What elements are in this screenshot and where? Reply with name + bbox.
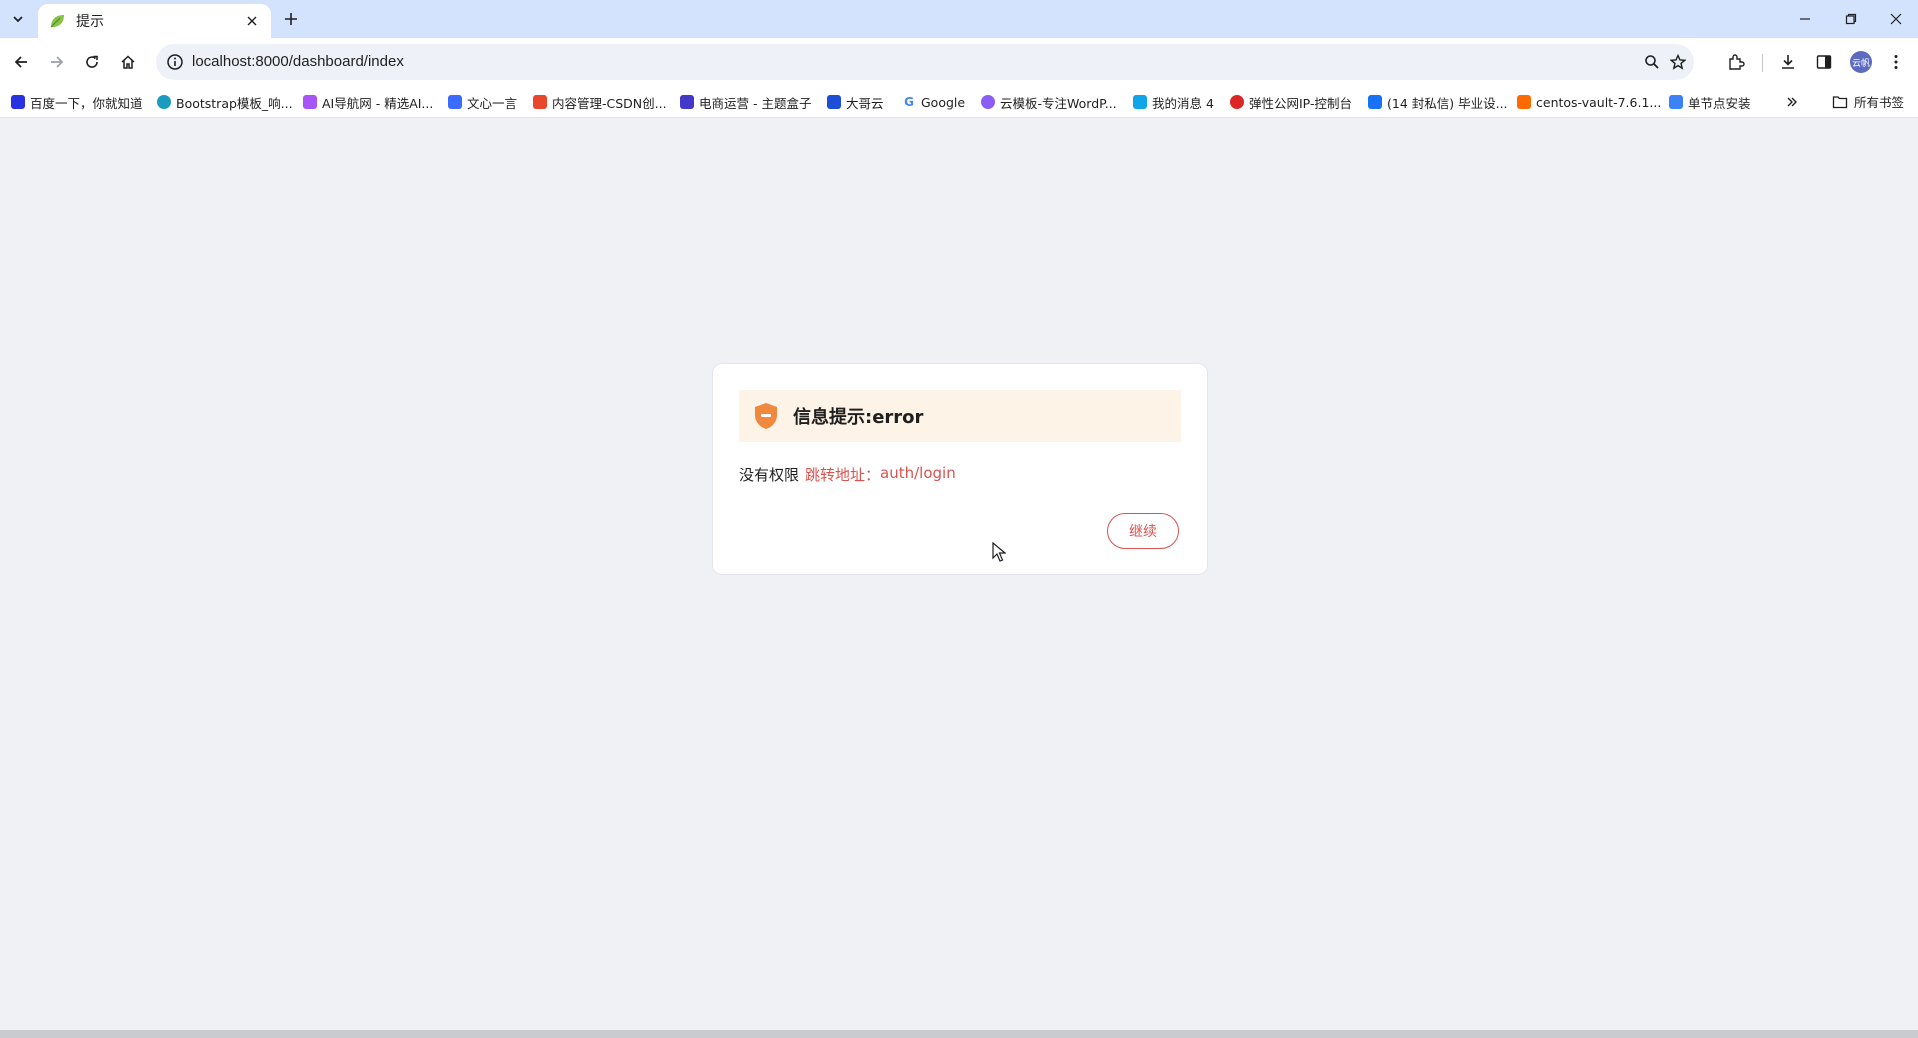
chevron-down-icon (13, 16, 23, 23)
bookmark-item[interactable]: 弹性公网IP-控制台 (1230, 92, 1352, 112)
dagey-icon (827, 95, 841, 109)
tab-search-button[interactable] (6, 6, 30, 32)
tab-strip: 提示 (0, 0, 1918, 38)
close-icon (1890, 13, 1902, 25)
plus-icon (285, 13, 297, 25)
close-window-button[interactable] (1881, 6, 1911, 32)
bookmark-label: Bootstrap模板_响... (176, 95, 293, 111)
bookmark-label: 电商运营 - 主题盒子 (699, 95, 812, 111)
ai-nav-icon (303, 95, 317, 109)
bookmark-item[interactable]: 云模板-专注WordP... (981, 92, 1117, 112)
bookmark-item[interactable]: Bootstrap模板_响... (157, 92, 293, 112)
window-bottom-edge (0, 1030, 1918, 1038)
continue-button[interactable]: 继续 (1107, 513, 1179, 549)
active-tab[interactable]: 提示 (38, 4, 271, 38)
browser-toolbar: localhost:8000/dashboard/index 云帆 (0, 38, 1918, 86)
folder-label: 所有书签 (1854, 95, 1905, 110)
bookmark-item[interactable]: centos-vault-7.6.1... (1517, 92, 1661, 112)
bookmark-label: (14 封私信) 毕业设... (1387, 95, 1508, 111)
all-bookmarks-folder[interactable]: 所有书签 (1832, 92, 1904, 111)
bookmark-item[interactable]: 我的消息 4 (1133, 92, 1214, 112)
bookmarks-overflow-button[interactable] (1782, 92, 1802, 112)
reload-icon (86, 55, 98, 68)
bookmark-item[interactable]: 内容管理-CSDN创... (533, 92, 667, 112)
bookmark-label: 大哥云 (846, 95, 884, 111)
theme-box-icon (680, 95, 694, 109)
zoom-icon[interactable] (1642, 52, 1662, 72)
site-info-icon[interactable] (166, 53, 184, 71)
bookmark-star-icon[interactable] (1668, 52, 1688, 72)
home-button[interactable] (114, 48, 142, 76)
layers-icon (1669, 95, 1683, 109)
bookmark-label: centos-vault-7.6.1... (1536, 94, 1662, 110)
bookmark-item[interactable]: 百度一下，你就知道 (11, 92, 143, 112)
bookmark-label: 内容管理-CSDN创... (552, 95, 667, 111)
message-text: 没有权限 (739, 466, 800, 484)
tab-close-icon[interactable] (243, 12, 261, 30)
bootstrap-icon (157, 95, 171, 109)
home-icon (121, 55, 135, 69)
aliyun-icon (1517, 95, 1531, 109)
reload-button[interactable] (78, 48, 106, 76)
restore-button[interactable] (1836, 6, 1866, 32)
redirect-label: 跳转地址： (805, 466, 881, 484)
bookmark-label: 云模板-专注WordP... (1000, 95, 1117, 111)
bookmark-label: 文心一言 (467, 95, 518, 111)
forward-button[interactable] (43, 48, 71, 76)
minimize-button[interactable] (1790, 6, 1820, 32)
huawei-icon (1230, 95, 1244, 109)
tab-title: 提示 (76, 14, 104, 30)
google-icon: G (902, 95, 916, 109)
bookmark-label: 单节点安装 (1688, 95, 1751, 111)
csdn-icon (533, 95, 547, 109)
paw-icon (11, 95, 25, 109)
kebab-menu-icon[interactable] (1884, 50, 1908, 74)
new-tab-button[interactable] (280, 8, 302, 30)
extensions-icon[interactable] (1724, 50, 1748, 74)
address-url: localhost:8000/dashboard/index (192, 53, 404, 70)
restore-icon (1845, 13, 1857, 25)
bookmark-item[interactable]: (14 封私信) 毕业设... (1368, 92, 1508, 112)
bookmark-item[interactable]: 文心一言 (448, 92, 517, 112)
bookmark-item[interactable]: G Google (902, 92, 965, 112)
message-body: 没有权限 跳转地址： auth/login (739, 464, 956, 485)
message-header: 信息提示:error (739, 390, 1181, 442)
folder-icon (1832, 95, 1848, 108)
back-button[interactable] (7, 48, 35, 76)
minimize-icon (1800, 18, 1810, 20)
downloads-icon[interactable] (1776, 50, 1800, 74)
shield-warning-icon (755, 403, 777, 429)
message-card: 信息提示:error 没有权限 跳转地址： auth/login 继续 (712, 363, 1208, 575)
bookmark-item[interactable]: AI导航网 - 精选AI... (303, 92, 433, 112)
bookmark-label: 我的消息 4 (1152, 95, 1214, 111)
cloud-template-icon (981, 95, 995, 109)
zhihu-icon (1368, 95, 1382, 109)
mouse-cursor-icon (992, 542, 1006, 562)
toolbar-divider (1762, 54, 1763, 72)
redirect-url[interactable]: auth/login (880, 464, 956, 485)
profile-avatar[interactable]: 云帆 (1850, 51, 1872, 73)
bookmark-label: AI导航网 - 精选AI... (322, 95, 434, 111)
bookmark-label: Google (921, 94, 966, 110)
bilibili-icon (1133, 95, 1147, 109)
double-chevron-right-icon (1787, 97, 1797, 107)
bookmark-item[interactable]: 电商运营 - 主题盒子 (680, 92, 811, 112)
bookmark-label: 百度一下，你就知道 (30, 95, 143, 111)
side-panel-icon[interactable] (1812, 50, 1836, 74)
address-bar[interactable]: localhost:8000/dashboard/index (156, 44, 1694, 80)
bookmark-item[interactable]: 大哥云 (827, 92, 884, 112)
arrow-right-icon (51, 56, 64, 68)
bookmarks-bar: 百度一下，你就知道 Bootstrap模板_响... AI导航网 - 精选AI.… (0, 86, 1918, 118)
bookmark-item[interactable]: 单节点安装 (1669, 92, 1751, 112)
message-title: 信息提示:error (793, 407, 924, 428)
wenxin-icon (448, 95, 462, 109)
page-content: 信息提示:error 没有权限 跳转地址： auth/login 继续 (0, 118, 1918, 1030)
leaf-favicon-icon (50, 15, 64, 28)
arrow-left-icon (14, 56, 27, 68)
bookmark-label: 弹性公网IP-控制台 (1249, 95, 1352, 111)
